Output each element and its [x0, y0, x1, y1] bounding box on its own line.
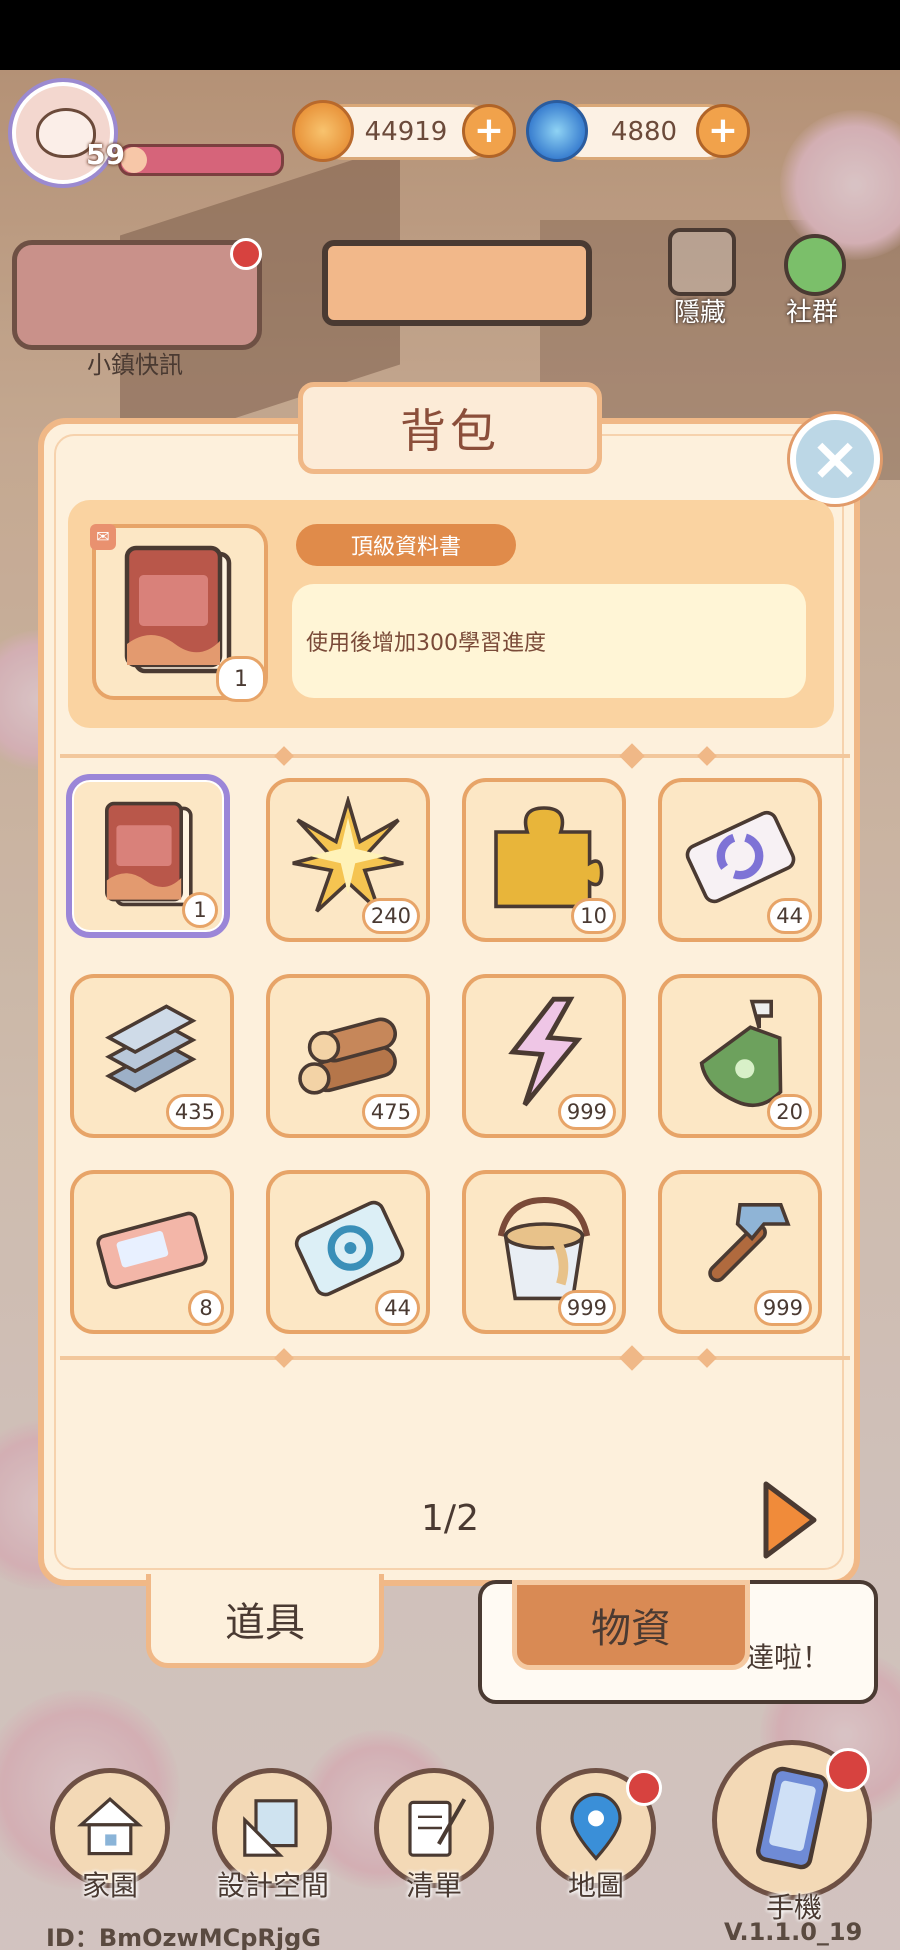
- backpack-title: 背包: [400, 404, 500, 458]
- tab-items[interactable]: 道具: [146, 1574, 384, 1668]
- item-slot[interactable]: 999: [462, 974, 626, 1138]
- coin-icon: [292, 100, 354, 162]
- speech-bubble-text: 達啦！: [746, 1641, 831, 1674]
- item-count: 1: [182, 892, 218, 928]
- close-icon: ×: [809, 424, 861, 494]
- news-notification-dot: [230, 238, 262, 270]
- add-coins-button[interactable]: +: [462, 104, 516, 158]
- selected-item-description: 使用後增加300學習進度: [292, 584, 806, 698]
- xp-bar: [118, 144, 284, 176]
- hide-icon[interactable]: [668, 228, 736, 296]
- item-slot[interactable]: 475: [266, 974, 430, 1138]
- nav-list-label: 清單: [405, 1869, 462, 1902]
- divider-top: [60, 754, 850, 758]
- player-id: ID：BmOzwMCpRjgG: [46, 1924, 321, 1950]
- ticket-icon: [96, 1211, 208, 1290]
- item-slot[interactable]: 20: [658, 974, 822, 1138]
- app-version: V.1.1.0_19: [724, 1918, 863, 1946]
- item-slot[interactable]: 240: [266, 778, 430, 942]
- town-news-label: 小鎮快訊: [87, 351, 183, 379]
- item-slot[interactable]: 1: [66, 774, 230, 938]
- item-count: 10: [571, 898, 616, 934]
- next-page-button[interactable]: [760, 1480, 820, 1560]
- item-count: 475: [361, 1094, 420, 1130]
- item-slot[interactable]: 8: [70, 1170, 234, 1334]
- divider-bottom: [60, 1356, 850, 1360]
- add-gems-button[interactable]: +: [696, 104, 750, 158]
- map-pin-icon: [570, 1792, 622, 1861]
- item-count: 435: [165, 1094, 224, 1130]
- item-slot[interactable]: 999: [462, 1170, 626, 1334]
- item-slot[interactable]: 10: [462, 778, 626, 942]
- gem-icon: [526, 100, 588, 162]
- backpack-title-plate: 背包: [298, 382, 602, 474]
- item-slot[interactable]: 44: [266, 1170, 430, 1334]
- map-notification-dot: [626, 1770, 662, 1806]
- phone-notification-dot: [826, 1748, 870, 1792]
- community-label: 社群: [785, 298, 838, 328]
- item-count: 44: [375, 1290, 420, 1326]
- item-count: 999: [753, 1290, 812, 1326]
- item-count: 999: [557, 1094, 616, 1130]
- item-slot[interactable]: 435: [70, 974, 234, 1138]
- page-indicator: 1/2: [421, 1498, 479, 1539]
- item-count: 999: [557, 1290, 616, 1326]
- town-news-thumbnail[interactable]: [12, 240, 262, 350]
- status-bar: [0, 0, 900, 70]
- screen: 59 44919 + 4880 + 小鎮快訊 隱藏 社群 背包 × ✉ 1 頂級…: [0, 0, 900, 1950]
- description-text: 使用後增加300學習進度: [306, 631, 546, 656]
- player-level: 59: [86, 138, 125, 171]
- hide-label: 隱藏: [673, 298, 726, 328]
- weather-banner[interactable]: [322, 240, 592, 326]
- tab-materials[interactable]: 物資: [512, 1580, 750, 1670]
- item-count: 20: [767, 1094, 812, 1130]
- nav-home-label: 家園: [81, 1869, 138, 1902]
- house-icon: [76, 1797, 144, 1856]
- list-quill-icon: [408, 1798, 467, 1857]
- selected-item-count: 1: [216, 656, 266, 702]
- gift-icon: ✉: [90, 524, 116, 550]
- community-icon[interactable]: [784, 234, 846, 296]
- coin-amount: 44919: [364, 117, 448, 147]
- gem-amount: 4880: [610, 117, 678, 147]
- selected-item-name: 頂級資料書: [296, 524, 516, 566]
- design-ruler-icon: [243, 1799, 298, 1857]
- item-slot[interactable]: 999: [658, 1170, 822, 1334]
- item-count: 240: [361, 898, 420, 934]
- item-count: 8: [188, 1290, 224, 1326]
- close-button[interactable]: ×: [790, 414, 880, 504]
- nav-map-label: 地圖: [567, 1869, 624, 1902]
- item-count: 44: [767, 898, 812, 934]
- nav-design-label: 設計空間: [216, 1869, 329, 1902]
- item-slot[interactable]: 44: [658, 778, 822, 942]
